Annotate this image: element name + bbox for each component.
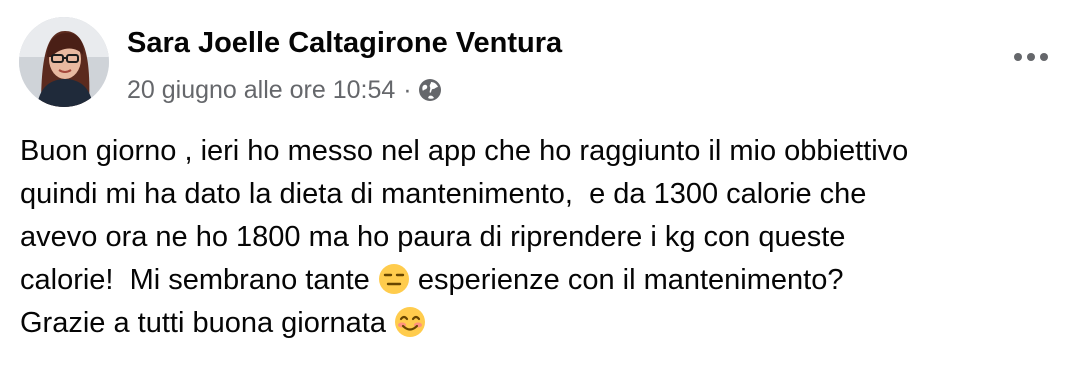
- post-body-line: avevo ora ne ho 1800 ma ho paura di ripr…: [20, 221, 846, 253]
- post-body-line: Grazie a tutti buona giornata: [20, 302, 1080, 345]
- more-options-icon[interactable]: [1008, 44, 1054, 70]
- more-options-dot: [1040, 53, 1048, 61]
- smiling-face-emoji-icon: [394, 306, 426, 338]
- post-body: Buon giorno , ieri ho messo nel app che …: [20, 130, 1080, 345]
- more-options-dot: [1027, 53, 1035, 61]
- post-body-line: calorie! Mi sembrano tante esperienze co…: [20, 263, 844, 296]
- profile-photo: [19, 17, 109, 107]
- more-options-dot: [1014, 53, 1022, 61]
- post-meta: 20 giugno alle ore 10:54 ·: [127, 74, 442, 106]
- post-body-line: Buon giorno , ieri ho messo nel app che …: [20, 135, 909, 167]
- post-body-line: quindi mi ha dato la dieta di mantenimen…: [20, 178, 867, 210]
- meta-separator: ·: [403, 75, 412, 104]
- globe-icon[interactable]: [418, 78, 442, 102]
- expressionless-face-emoji-icon: [378, 263, 410, 295]
- timestamp-link[interactable]: 20 giugno alle ore 10:54: [127, 76, 395, 105]
- author-name[interactable]: Sara Joelle Caltagirone Ventura: [127, 26, 562, 60]
- avatar[interactable]: [19, 17, 109, 107]
- facebook-post: Sara Joelle Caltagirone Ventura 20 giugn…: [0, 0, 1090, 367]
